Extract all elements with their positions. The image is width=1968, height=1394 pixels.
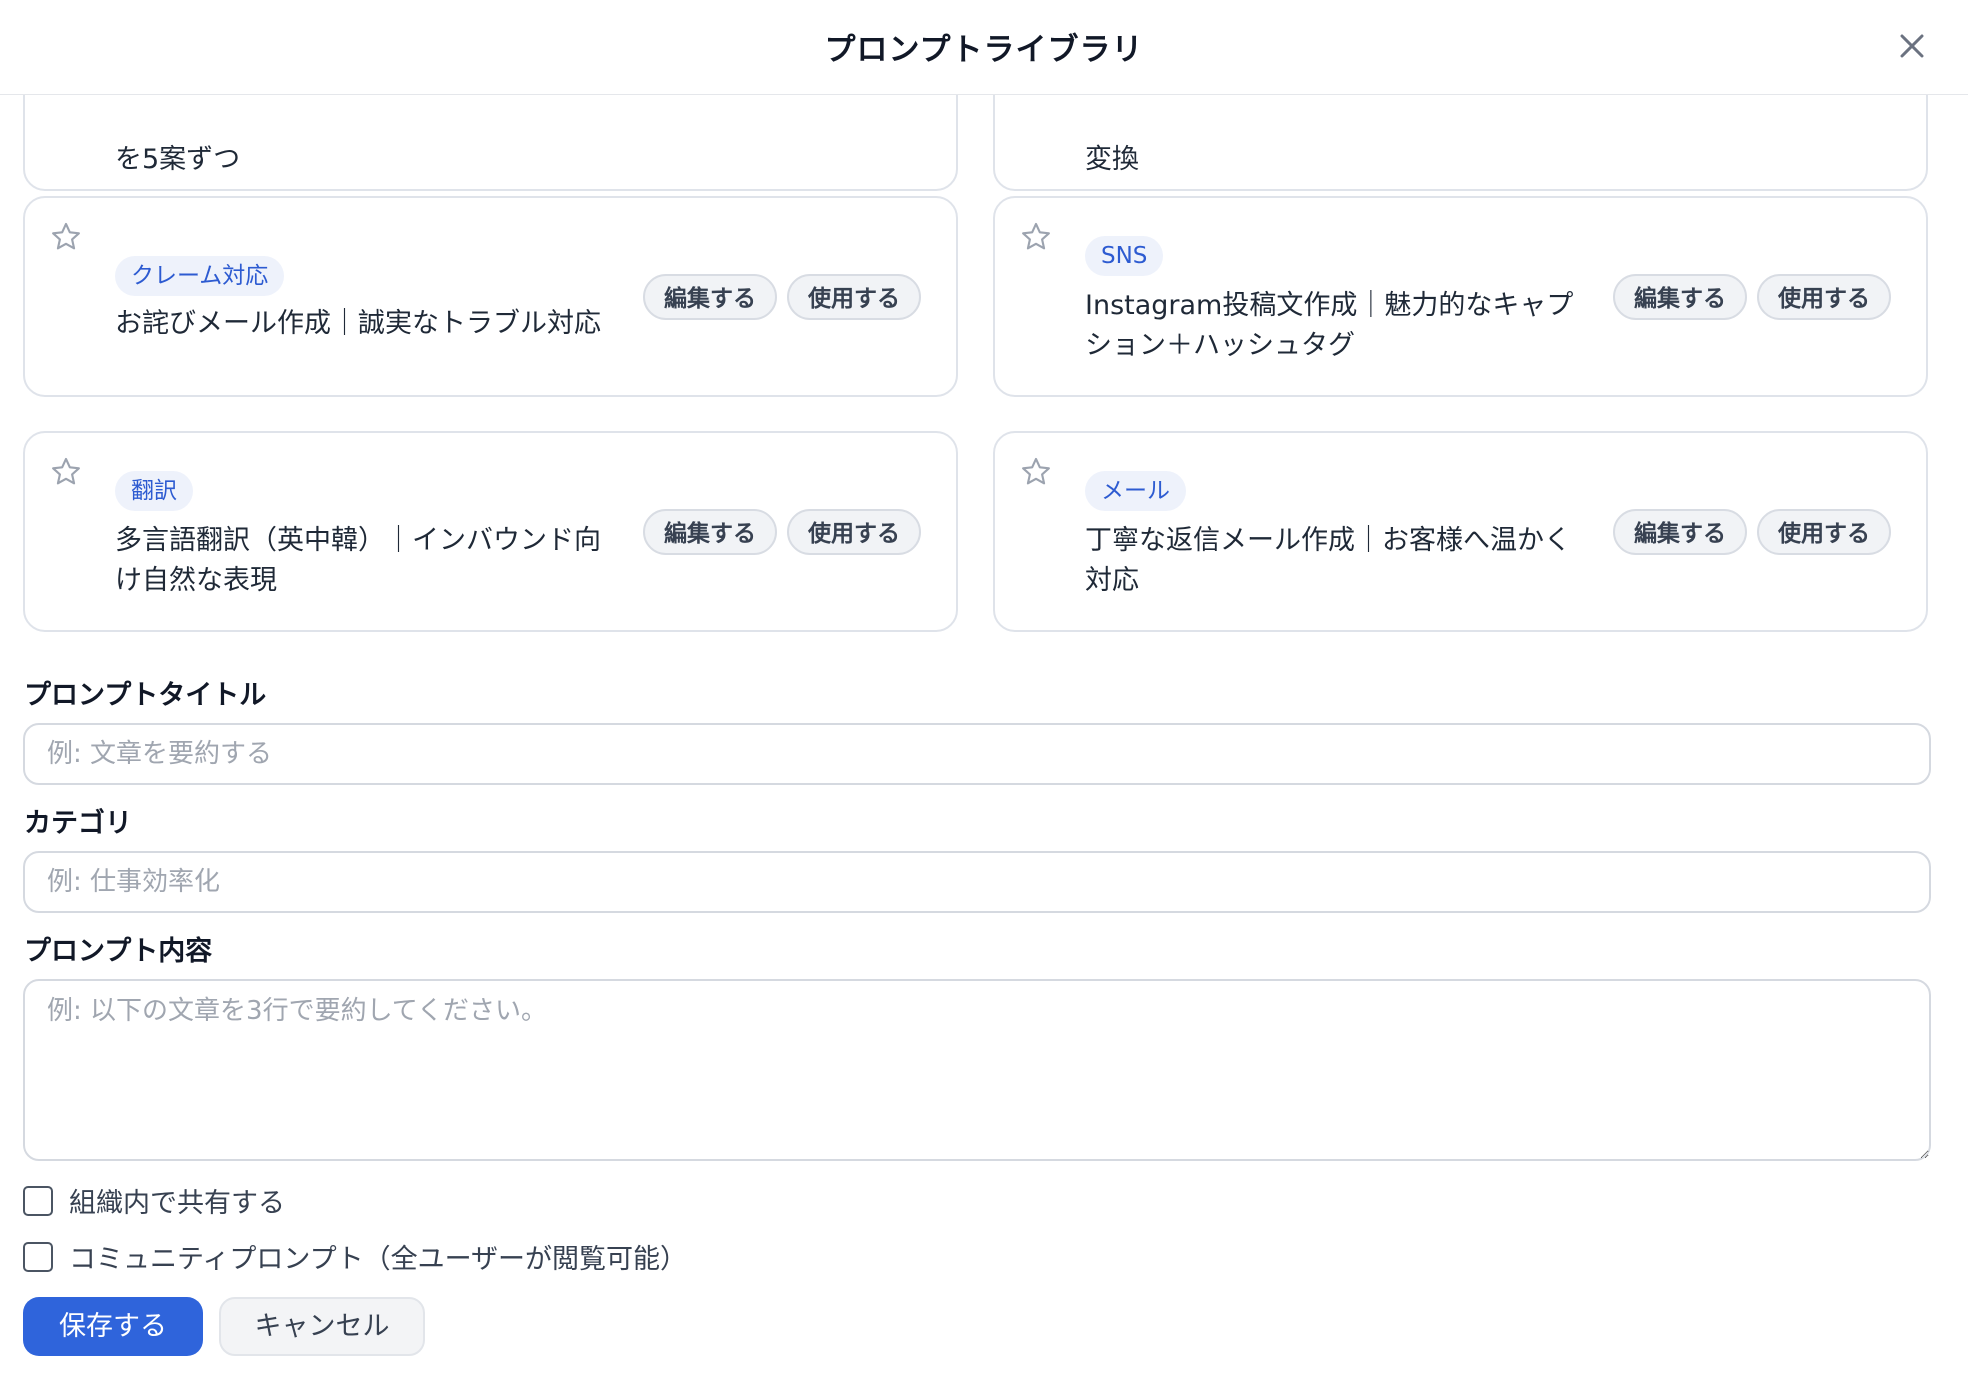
category-badge: クレーム対応 xyxy=(115,256,285,296)
use-button[interactable]: 使用する xyxy=(1757,509,1891,555)
category-badge: 翻訳 xyxy=(115,471,193,511)
community-label: コミュニティプロンプト（全ユーザーが閲覧可能） xyxy=(69,1244,688,1275)
card-title: お詫びメール作成｜誠実なトラブル対応 xyxy=(115,308,601,339)
edit-button[interactable]: 編集する xyxy=(643,274,777,320)
category-badge: メール xyxy=(1085,471,1186,511)
content-field-label: プロンプト内容 xyxy=(24,936,213,967)
content-textarea[interactable] xyxy=(23,979,1931,1161)
card-title: 変換 xyxy=(1085,144,1139,175)
cancel-button[interactable]: キャンセル xyxy=(219,1297,425,1356)
category-input[interactable] xyxy=(23,851,1931,913)
prompt-card-partial: を5案ずつ xyxy=(23,95,958,191)
edit-button[interactable]: 編集する xyxy=(643,509,777,555)
dialog-body[interactable]: を5案ずつ 変換 クレーム対応 お詫びメール作成｜誠実なトラブル対応 編集する … xyxy=(0,95,1968,1394)
close-button[interactable] xyxy=(1892,26,1932,66)
favorite-star-icon[interactable] xyxy=(49,455,83,489)
use-button[interactable]: 使用する xyxy=(787,509,921,555)
edit-button[interactable]: 編集する xyxy=(1613,509,1747,555)
share-org-checkbox[interactable] xyxy=(23,1185,53,1216)
community-checkbox[interactable] xyxy=(23,1241,53,1272)
card-title: 多言語翻訳（英中韓）｜インバウンド向け自然な表現 xyxy=(115,525,601,596)
dialog-header: プロンプトライブラリ xyxy=(0,0,1968,95)
category-field-label: カテゴリ xyxy=(24,808,132,839)
card-title: Instagram投稿文作成｜魅力的なキャプション＋ハッシュタグ xyxy=(1085,290,1574,361)
save-button[interactable]: 保存する xyxy=(23,1297,203,1356)
title-field-label: プロンプトタイトル xyxy=(24,680,267,711)
community-option[interactable]: コミュニティプロンプト（全ユーザーが閲覧可能） xyxy=(23,1237,687,1276)
prompt-card: 翻訳 多言語翻訳（英中韓）｜インバウンド向け自然な表現 編集する 使用する xyxy=(23,431,958,632)
prompt-card-partial: 変換 xyxy=(993,95,1928,191)
dialog-title: プロンプトライブラリ xyxy=(824,32,1144,68)
edit-button[interactable]: 編集する xyxy=(1613,274,1747,320)
favorite-star-icon[interactable] xyxy=(1019,220,1053,254)
card-title: 丁寧な返信メール作成｜お客様へ温かく対応 xyxy=(1085,525,1571,596)
category-badge: SNS xyxy=(1085,236,1164,276)
share-org-option[interactable]: 組織内で共有する xyxy=(23,1181,285,1220)
favorite-star-icon[interactable] xyxy=(49,220,83,254)
use-button[interactable]: 使用する xyxy=(1757,274,1891,320)
favorite-star-icon[interactable] xyxy=(1019,455,1053,489)
prompt-card: メール 丁寧な返信メール作成｜お客様へ温かく対応 編集する 使用する xyxy=(993,431,1928,632)
share-org-label: 組織内で共有する xyxy=(69,1188,285,1219)
card-title: を5案ずつ xyxy=(115,144,241,175)
prompt-card: クレーム対応 お詫びメール作成｜誠実なトラブル対応 編集する 使用する xyxy=(23,196,958,397)
close-icon xyxy=(1900,34,1924,58)
use-button[interactable]: 使用する xyxy=(787,274,921,320)
prompt-card: SNS Instagram投稿文作成｜魅力的なキャプション＋ハッシュタグ 編集す… xyxy=(993,196,1928,397)
title-input[interactable] xyxy=(23,723,1931,785)
